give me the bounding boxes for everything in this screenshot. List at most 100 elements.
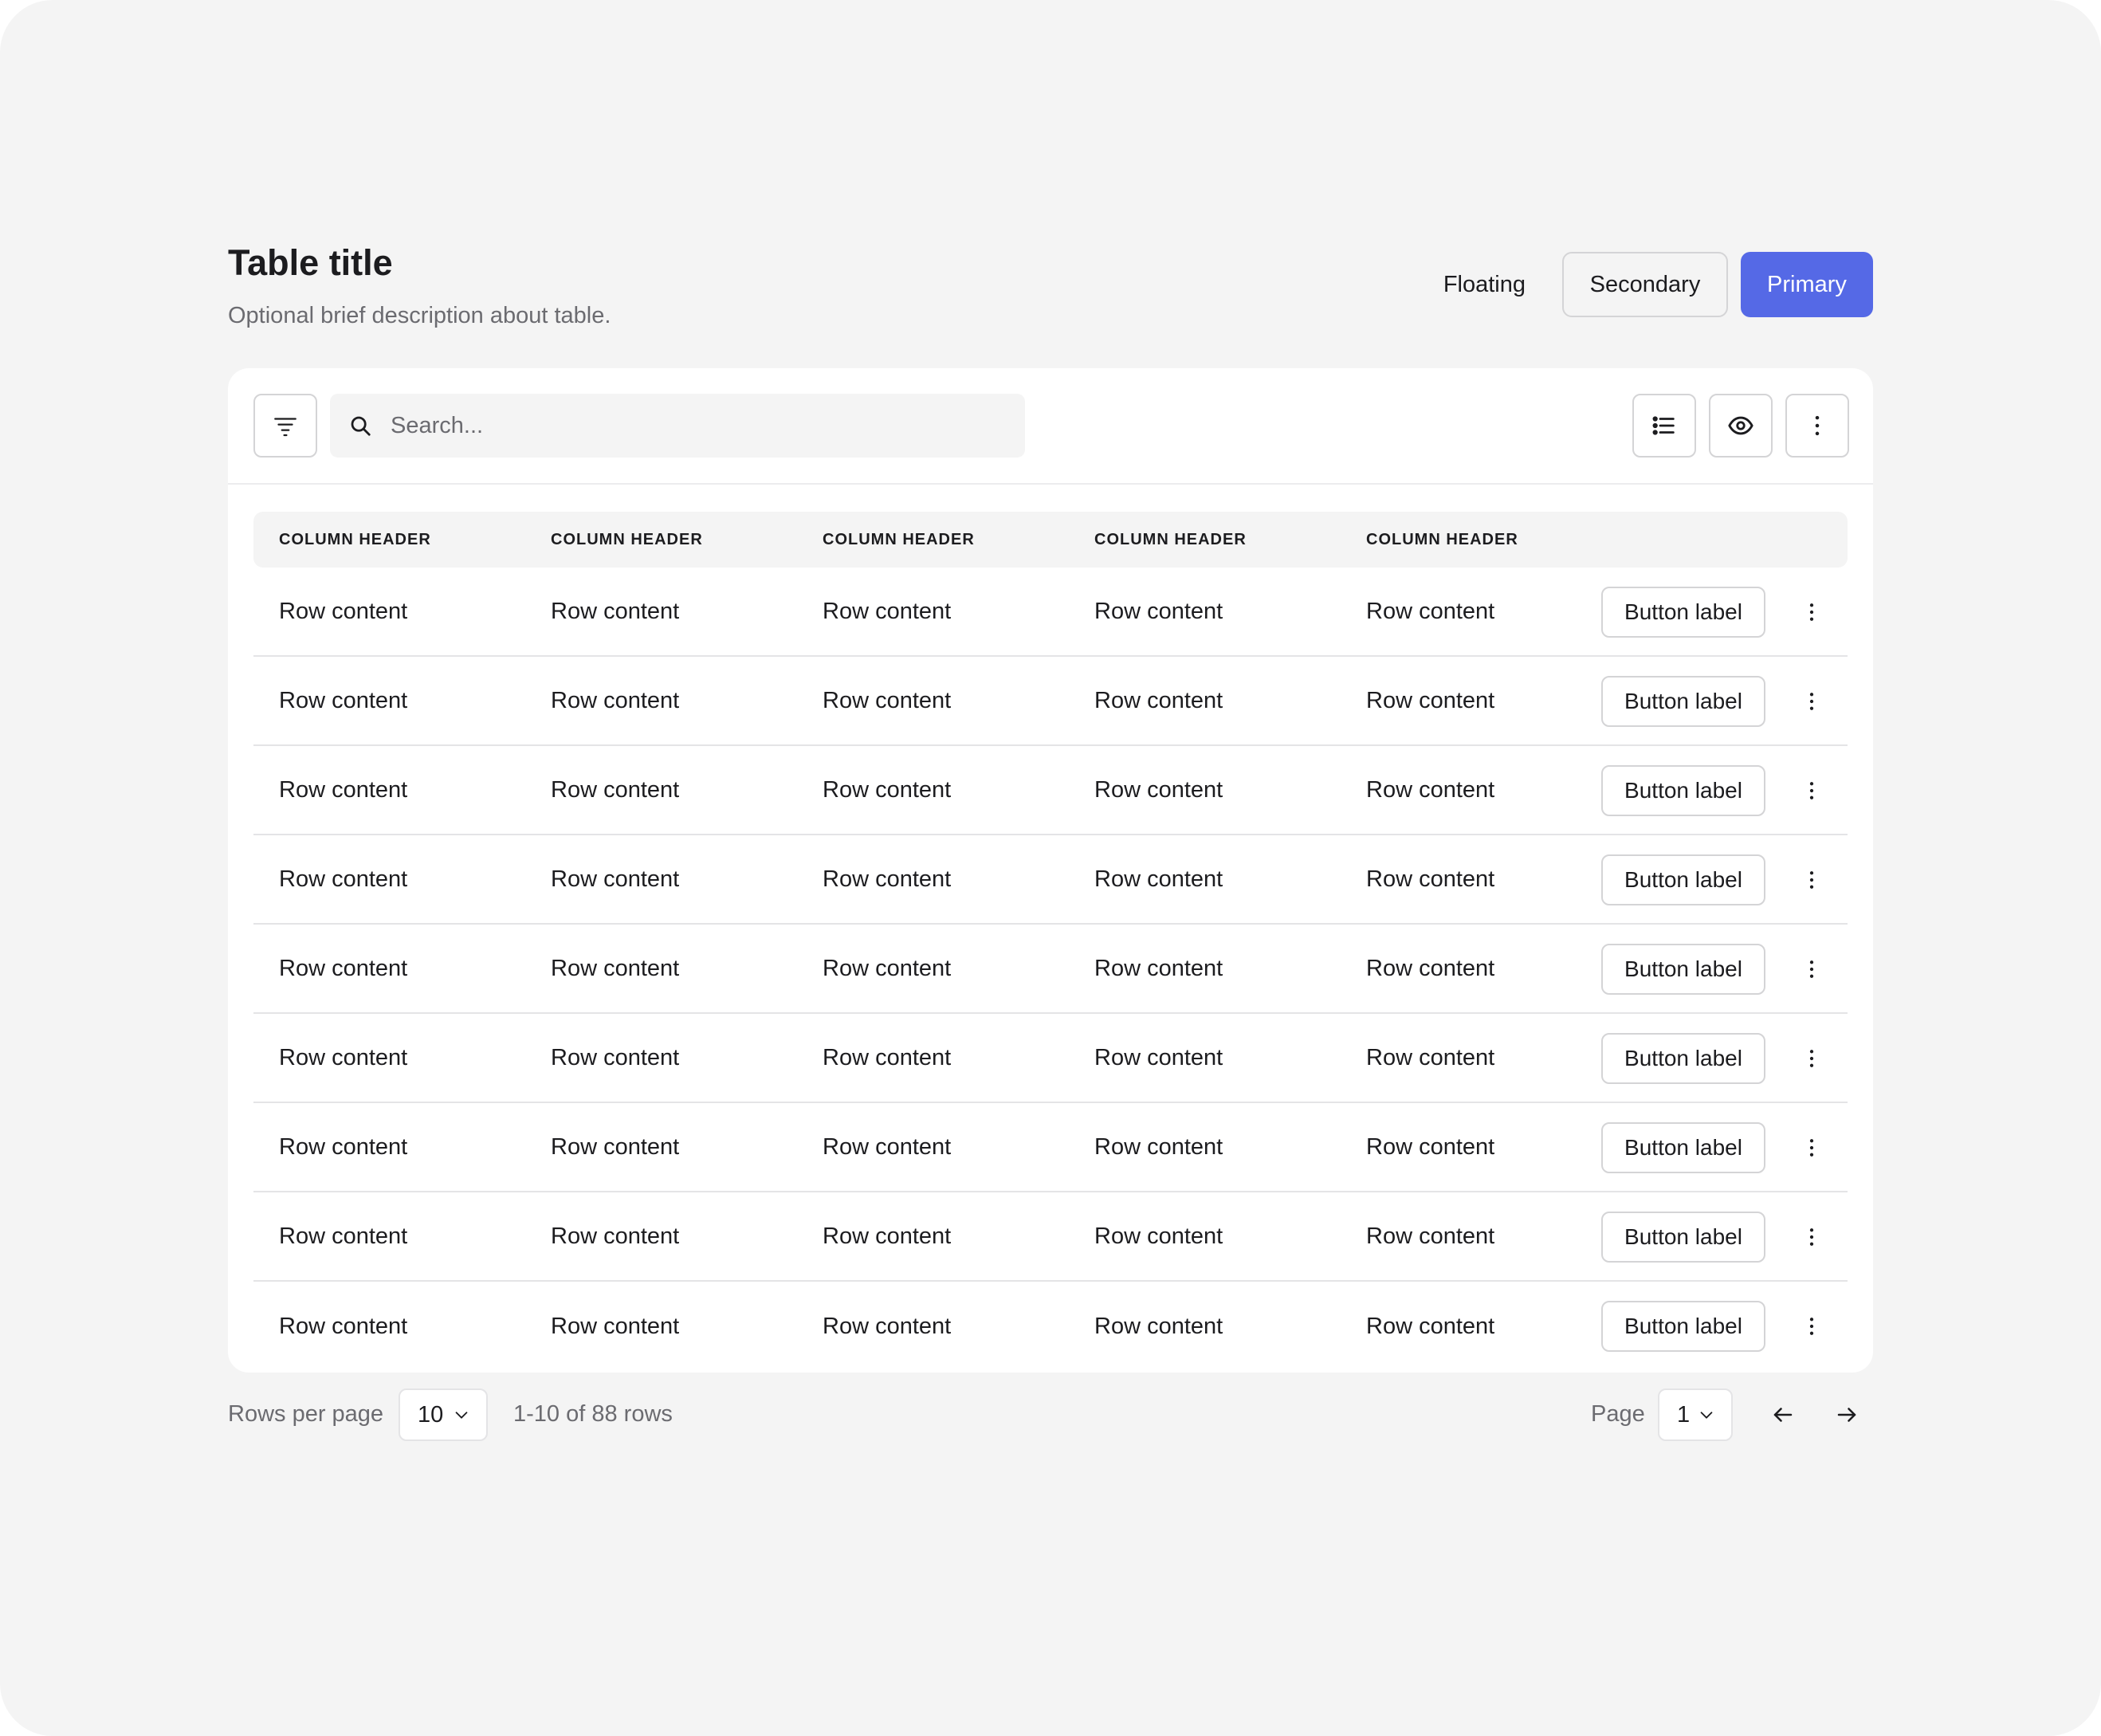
column-header[interactable]: COLUMN HEADER (253, 531, 525, 549)
row-action-button[interactable]: Button label (1601, 854, 1765, 905)
chevron-down-icon (1700, 1412, 1713, 1419)
column-header[interactable]: COLUMN HEADER (797, 531, 1069, 549)
table-cell: Row content (1366, 1223, 1495, 1249)
rows-count: 1-10 of 88 rows (513, 1401, 673, 1427)
table-cell: Row content (279, 1223, 408, 1249)
row-action-button[interactable]: Button label (1601, 944, 1765, 995)
row-menu-button[interactable] (1796, 859, 1828, 901)
list-icon (1652, 416, 1675, 435)
table-cell: Row content (1366, 1044, 1495, 1070)
row-menu-button[interactable] (1796, 1306, 1828, 1347)
table-row: Row content Row content Row content Row con… (253, 835, 1848, 925)
page-select[interactable]: 1 (1658, 1388, 1733, 1441)
table-cell: Row content (1366, 1313, 1495, 1339)
table-cell: Row content (1094, 598, 1223, 624)
table-cell: Row content (1094, 776, 1223, 803)
table-cell: Row content (1094, 1133, 1223, 1160)
filter-button[interactable] (253, 394, 317, 458)
search-input[interactable] (391, 412, 996, 439)
row-menu-button[interactable] (1796, 681, 1828, 722)
table-row: Row content Row content Row content Row con… (253, 1103, 1848, 1192)
list-view-button[interactable] (1632, 394, 1696, 458)
table-cell: Row content (279, 1133, 408, 1160)
table-cell: Row content (279, 1044, 408, 1070)
page-label: Page (1591, 1401, 1645, 1427)
row-menu-button[interactable] (1796, 1127, 1828, 1168)
visibility-button[interactable] (1709, 394, 1773, 458)
table-cell: Row content (823, 776, 952, 803)
filter-icon (274, 418, 296, 437)
table-row: Row content Row content Row content Row con… (253, 925, 1848, 1014)
table-row: Row content Row content Row content Row con… (253, 1192, 1848, 1282)
table-cell: Row content (1094, 1313, 1223, 1339)
column-header[interactable]: COLUMN HEADER (1341, 531, 1612, 549)
row-action-button[interactable]: Button label (1601, 1301, 1765, 1352)
data-table: COLUMN HEADER COLUMN HEADER COLUMN HEADE… (253, 512, 1848, 1371)
column-header[interactable]: COLUMN HEADER (1069, 531, 1341, 549)
table-cell: Row content (1094, 687, 1223, 713)
arrow-right-icon (1837, 1408, 1856, 1422)
chevron-down-icon (455, 1412, 468, 1419)
table-cell: Row content (823, 1223, 952, 1249)
table-cell: Row content (1366, 687, 1495, 713)
page-title: Table title (228, 242, 393, 283)
column-header[interactable]: COLUMN HEADER (525, 531, 797, 549)
secondary-button[interactable]: Secondary (1562, 252, 1728, 317)
search-icon (330, 414, 391, 438)
table-cell: Row content (279, 598, 408, 624)
table-cell: Row content (279, 687, 408, 713)
previous-page-button[interactable] (1763, 1395, 1803, 1435)
kebab-icon (1809, 1318, 1814, 1335)
kebab-icon (1809, 960, 1814, 978)
table-cell: Row content (551, 687, 680, 713)
kebab-icon (1809, 1139, 1814, 1157)
table-cell: Row content (823, 687, 952, 713)
rows-per-page-label: Rows per page (228, 1401, 384, 1427)
row-action-button[interactable]: Button label (1601, 765, 1765, 816)
table-row: Row content Row content Row content Row con… (253, 746, 1848, 835)
table-body: Row content Row content Row content Row con… (253, 568, 1848, 1371)
table-cell: Row content (551, 1044, 680, 1070)
table-cell: Row content (1366, 1133, 1495, 1160)
row-menu-button[interactable] (1796, 1038, 1828, 1079)
kebab-icon (1809, 871, 1814, 889)
rows-per-page-value: 10 (418, 1401, 444, 1428)
kebab-icon (1809, 1228, 1814, 1246)
kebab-icon (1809, 782, 1814, 799)
table-cell: Row content (551, 598, 680, 624)
page: Table title Optional brief description a… (228, 239, 1873, 1441)
table-cell: Row content (551, 1313, 680, 1339)
primary-button[interactable]: Primary (1741, 252, 1873, 317)
row-action-button[interactable]: Button label (1601, 676, 1765, 727)
table-cell: Row content (1366, 598, 1495, 624)
table-cell: Row content (279, 866, 408, 892)
table-cell: Row content (551, 1223, 680, 1249)
row-menu-button[interactable] (1796, 949, 1828, 990)
table-cell: Row content (1094, 1044, 1223, 1070)
table-row: Row content Row content Row content Row con… (253, 657, 1848, 746)
floating-button[interactable]: Floating (1420, 252, 1549, 317)
table-cell: Row content (551, 866, 680, 892)
table-cell: Row content (823, 1313, 952, 1339)
row-menu-button[interactable] (1796, 770, 1828, 811)
page-value: 1 (1677, 1401, 1691, 1428)
table-cell: Row content (823, 598, 952, 624)
next-page-button[interactable] (1827, 1395, 1867, 1435)
row-action-button[interactable]: Button label (1601, 1033, 1765, 1084)
table-header: COLUMN HEADER COLUMN HEADER COLUMN HEADE… (253, 512, 1848, 568)
more-options-button[interactable] (1785, 394, 1849, 458)
table-cell: Row content (1366, 866, 1495, 892)
table-cell: Row content (1366, 776, 1495, 803)
row-action-button[interactable]: Button label (1601, 1212, 1765, 1263)
page-description: Optional brief description about table. (228, 303, 611, 328)
kebab-icon (1809, 603, 1814, 621)
rows-per-page-select[interactable]: 10 (399, 1388, 488, 1441)
table-cell: Row content (1094, 866, 1223, 892)
row-action-button[interactable]: Button label (1601, 1122, 1765, 1173)
table-toolbar (228, 368, 1873, 485)
table-row: Row content Row content Row content Row con… (253, 1282, 1848, 1371)
row-menu-button[interactable] (1796, 591, 1828, 633)
row-menu-button[interactable] (1796, 1216, 1828, 1258)
table-cell: Row content (279, 776, 408, 803)
row-action-button[interactable]: Button label (1601, 587, 1765, 638)
